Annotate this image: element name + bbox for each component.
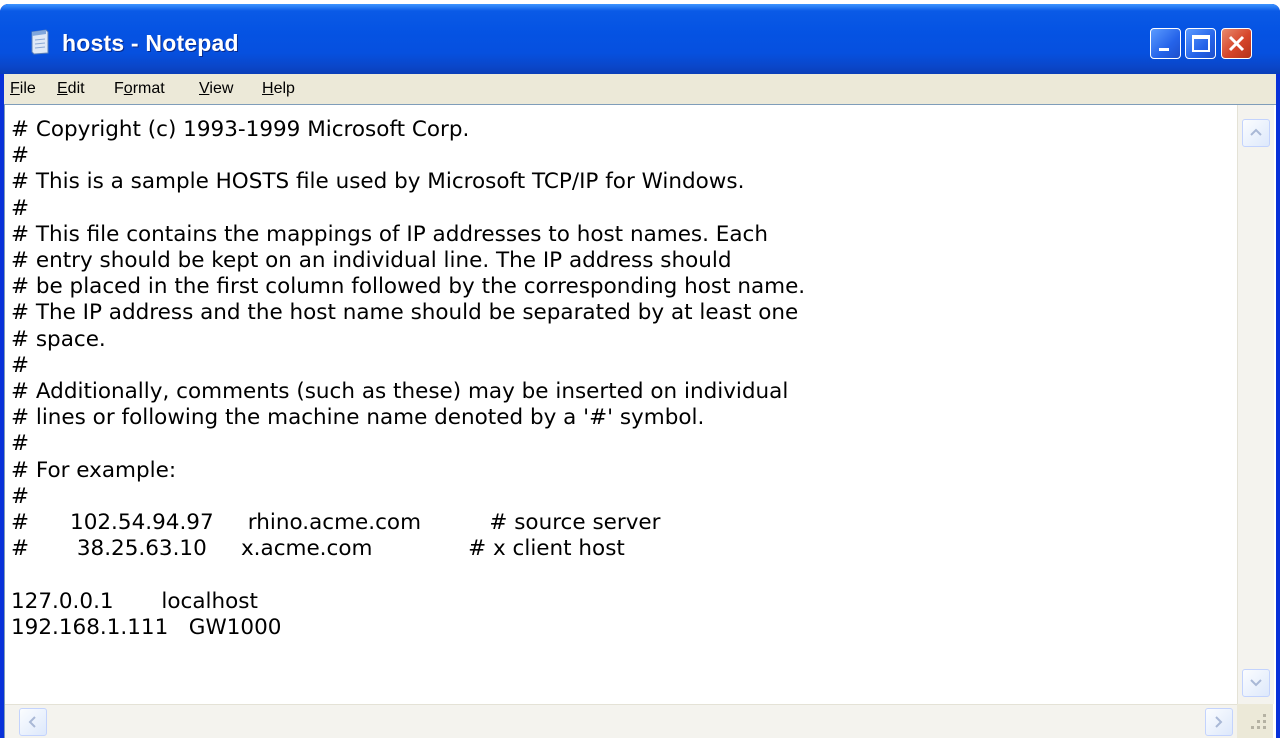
title-bar[interactable]: hosts - Notepad (0, 4, 1280, 74)
menu-file[interactable]: File (10, 80, 36, 98)
menu-format[interactable]: Format (114, 80, 165, 98)
horizontal-scrollbar[interactable] (5, 704, 1237, 738)
scroll-down-button[interactable] (1242, 669, 1270, 697)
close-icon (1228, 35, 1245, 52)
chevron-right-icon (1215, 716, 1223, 728)
chevron-up-icon (1250, 128, 1262, 136)
window-title: hosts - Notepad (62, 30, 239, 56)
vertical-scrollbar[interactable] (1237, 105, 1274, 704)
menu-edit[interactable]: Edit (57, 80, 85, 98)
maximize-icon (1192, 35, 1210, 52)
scroll-up-button[interactable] (1242, 119, 1270, 147)
minimize-icon (1159, 48, 1169, 51)
close-button[interactable] (1221, 28, 1252, 59)
menu-help[interactable]: Help (262, 80, 295, 98)
notepad-icon (31, 29, 49, 55)
maximize-button[interactable] (1185, 28, 1216, 59)
text-editor[interactable]: # Copyright (c) 1993-1999 Microsoft Corp… (4, 104, 1276, 738)
minimize-button[interactable] (1150, 28, 1181, 59)
menu-view[interactable]: View (199, 80, 233, 98)
chevron-down-icon (1250, 679, 1262, 687)
document-text[interactable]: # Copyright (c) 1993-1999 Microsoft Corp… (11, 117, 1231, 687)
chevron-left-icon (28, 716, 36, 728)
scroll-right-button[interactable] (1205, 708, 1233, 736)
scroll-left-button[interactable] (19, 708, 47, 736)
menu-bar: File Edit Format View Help (4, 74, 1276, 105)
notepad-window: hosts - Notepad File Edit Format View He… (0, 4, 1280, 738)
resize-grip-icon (1251, 714, 1266, 729)
resize-grip[interactable] (1237, 704, 1273, 738)
